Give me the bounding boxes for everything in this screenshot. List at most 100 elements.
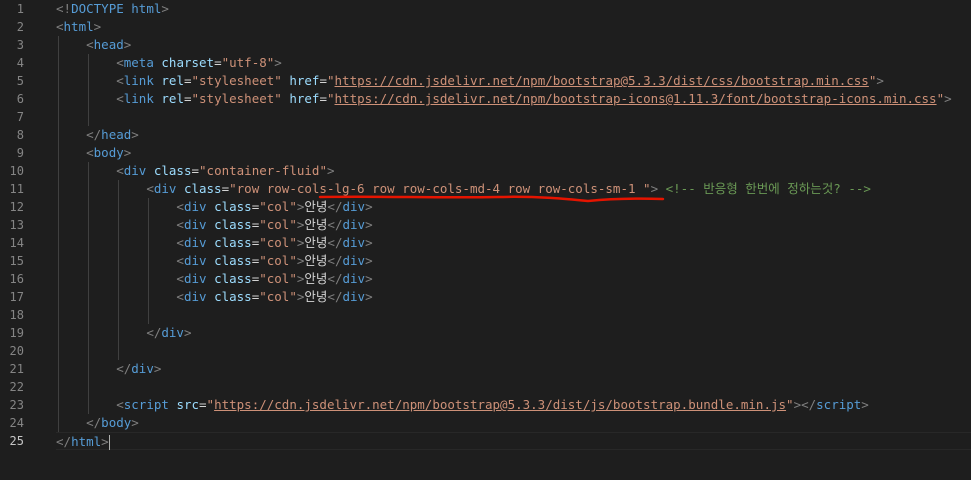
doctype-name: html	[123, 1, 162, 16]
current-code-line[interactable]: </html>	[56, 432, 971, 450]
code-line[interactable]: <div class="container-fluid">	[56, 162, 334, 180]
code-line[interactable]: <div class="col">안녕</div>	[56, 270, 372, 288]
element-text: 안녕	[304, 253, 328, 268]
attribute-value: "col"	[259, 289, 297, 304]
line-number: 20	[9, 344, 24, 358]
line-number: 5	[16, 74, 24, 88]
attribute-name: class	[214, 253, 252, 268]
tag-name: div	[342, 235, 366, 250]
line-number: 13	[9, 218, 24, 232]
line-number: 2	[16, 20, 24, 34]
line-number: 15	[9, 254, 24, 268]
attribute-name: class	[183, 181, 222, 196]
attribute-value: "stylesheet"	[191, 91, 282, 106]
line-number: 11	[9, 182, 24, 196]
tag-name: script	[816, 397, 862, 412]
attribute-value: "col"	[259, 199, 297, 214]
tag-name: head	[93, 37, 124, 52]
code-line[interactable]: <html>	[56, 18, 101, 36]
tag-name: div	[161, 325, 184, 340]
tag-name: body	[101, 415, 132, 430]
tag-name: div	[183, 253, 207, 268]
element-text: 안녕	[304, 271, 328, 286]
code-line[interactable]: </div>	[56, 360, 161, 378]
line-number: 24	[9, 416, 24, 430]
code-area[interactable]: <!DOCTYPE html> <html> <head> <meta char…	[56, 0, 971, 480]
line-number: 19	[9, 326, 24, 340]
red-underline-annotation	[318, 195, 665, 203]
tag-name: div	[183, 271, 207, 286]
url-link[interactable]: https://cdn.jsdelivr.net/npm/bootstrap@5…	[214, 397, 786, 412]
tag-name: body	[93, 145, 124, 160]
attribute-value: "container-fluid"	[199, 163, 327, 178]
attribute-name: charset	[161, 55, 215, 70]
tag-name: html	[63, 19, 94, 34]
code-line[interactable]: <link rel="stylesheet" href="https://cdn…	[56, 90, 951, 108]
tag-name: div	[131, 361, 154, 376]
doctype-open: <!	[56, 1, 72, 16]
line-number: 4	[16, 56, 24, 70]
element-text: 안녕	[304, 217, 328, 232]
code-line[interactable]: <div class="col">안녕</div>	[56, 252, 372, 270]
url-link[interactable]: https://cdn.jsdelivr.net/npm/bootstrap@5…	[335, 73, 869, 88]
tag-name: div	[183, 235, 207, 250]
attribute-name: rel	[161, 73, 184, 88]
doctype-close: >	[161, 1, 169, 16]
line-number: 12	[9, 200, 24, 214]
tag-name: link	[123, 73, 154, 88]
tag-name: meta	[123, 55, 154, 70]
url-link[interactable]: https://cdn.jsdelivr.net/npm/bootstrap-i…	[335, 91, 937, 106]
attribute-value: "col"	[259, 217, 297, 232]
attribute-name: rel	[161, 91, 184, 106]
line-number: 16	[9, 272, 24, 286]
line-number: 22	[9, 380, 24, 394]
attribute-name: class	[214, 235, 252, 250]
line-number: 18	[9, 308, 24, 322]
attribute-value: "col"	[259, 253, 297, 268]
tag-name: script	[123, 397, 169, 412]
tag-name: div	[342, 271, 366, 286]
code-line[interactable]: <script src="https://cdn.jsdelivr.net/np…	[56, 396, 869, 414]
line-number: 17	[9, 290, 24, 304]
attribute-value: "col"	[259, 235, 297, 250]
line-number-gutter: 1 2 3 4 5 6 7 8 9 10 11 12 13 14 15 16 17 18 19 20 21 22 23 24 2…	[0, 0, 48, 480]
code-line[interactable]: <div class="col">안녕</div>	[56, 234, 372, 252]
element-text: 안녕	[304, 235, 328, 250]
line-number: 7	[16, 110, 24, 124]
attribute-name: class	[214, 289, 252, 304]
code-line[interactable]: </head>	[56, 126, 139, 144]
tag-name: div	[183, 199, 207, 214]
tag-name: link	[123, 91, 154, 106]
line-number: 10	[9, 164, 24, 178]
attribute-name: class	[214, 217, 252, 232]
attribute-name: class	[153, 163, 192, 178]
code-line[interactable]: <body>	[56, 144, 131, 162]
code-line[interactable]: <!DOCTYPE html>	[56, 0, 169, 18]
attribute-value: "col"	[259, 271, 297, 286]
tag-name: html	[71, 434, 102, 449]
attribute-name: href	[289, 91, 320, 106]
attribute-name: class	[214, 199, 252, 214]
line-number: 3	[16, 38, 24, 52]
element-text: 안녕	[304, 289, 328, 304]
code-line[interactable]: </body>	[56, 414, 139, 432]
tag-name: div	[342, 253, 366, 268]
tag-name: div	[123, 163, 147, 178]
code-editor[interactable]: 1 2 3 4 5 6 7 8 9 10 11 12 13 14 15 16 17 18 19 20 21 22 23 24 2…	[0, 0, 971, 480]
code-comment: <!-- 반응형 한번에 정하는것? -->	[665, 181, 871, 196]
annotation-stroke	[318, 195, 665, 203]
line-number: 21	[9, 362, 24, 376]
code-line[interactable]: <div class="col">안녕</div>	[56, 216, 372, 234]
code-line[interactable]: <link rel="stylesheet" href="https://cdn…	[56, 72, 884, 90]
tag-name: div	[183, 217, 207, 232]
code-line[interactable]: </div>	[56, 324, 191, 342]
attribute-name: href	[289, 73, 320, 88]
tag-name: div	[183, 289, 207, 304]
code-line[interactable]: <head>	[56, 36, 131, 54]
code-line[interactable]: <div class="col">안녕</div>	[56, 288, 372, 306]
attribute-name: src	[176, 397, 200, 412]
line-number: 8	[16, 128, 24, 142]
doctype-keyword: DOCTYPE	[71, 1, 124, 16]
text-cursor	[108, 435, 110, 450]
code-line[interactable]: <meta charset="utf-8">	[56, 54, 282, 72]
